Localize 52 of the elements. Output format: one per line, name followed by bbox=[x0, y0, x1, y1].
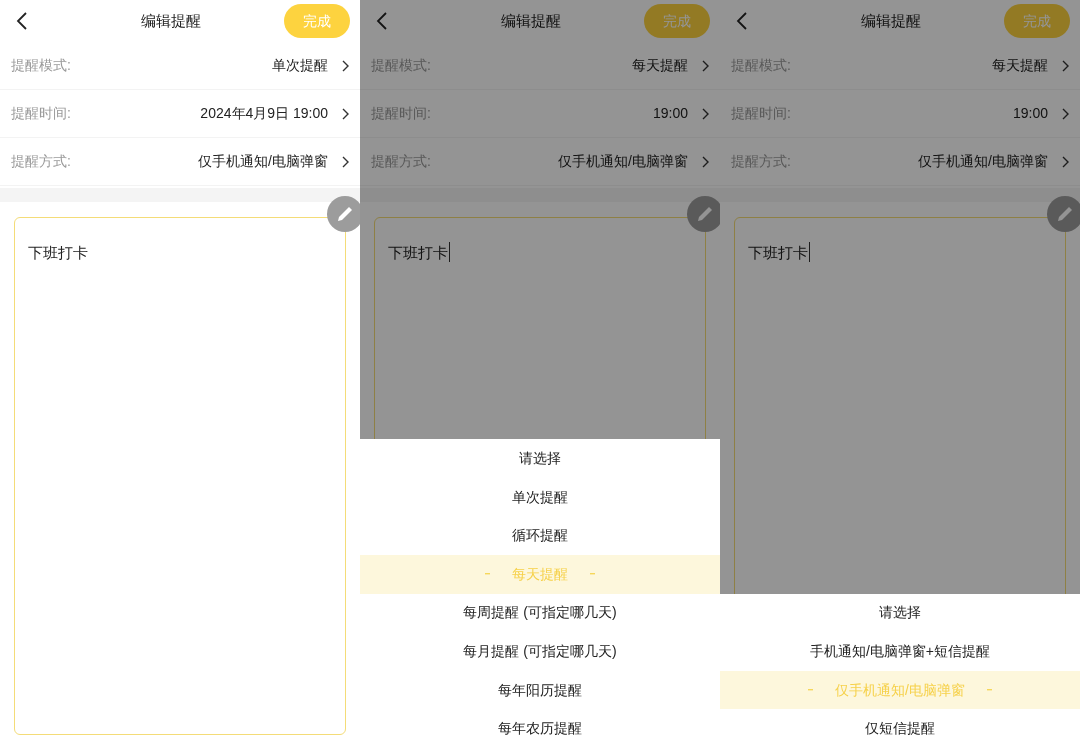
back-icon[interactable] bbox=[376, 12, 388, 30]
row-label: 提醒方式: bbox=[731, 152, 791, 171]
dash-icon bbox=[485, 573, 490, 576]
setting-row[interactable]: 提醒方式: 仅手机通知/电脑弹窗 bbox=[720, 138, 1080, 186]
dash-icon bbox=[808, 689, 814, 692]
setting-row[interactable]: 提醒时间: 19:00 bbox=[720, 90, 1080, 138]
pencil-icon[interactable] bbox=[327, 196, 360, 232]
row-value: 单次提醒 bbox=[272, 56, 328, 75]
chevron-right-icon bbox=[1062, 155, 1069, 168]
picker-option[interactable]: 循环提醒 bbox=[360, 516, 720, 556]
dash-icon bbox=[590, 573, 595, 576]
row-value: 19:00 bbox=[652, 104, 688, 123]
chevron-right-icon bbox=[342, 59, 349, 72]
picker-option[interactable]: 每年农历提醒 bbox=[360, 709, 720, 748]
chevron-right-icon bbox=[702, 155, 709, 168]
page-title: 编辑提醒 bbox=[860, 10, 921, 31]
row-label: 提醒模式: bbox=[371, 56, 431, 75]
note-field[interactable]: 下班打卡 bbox=[14, 217, 346, 735]
back-icon[interactable] bbox=[16, 12, 28, 30]
chevron-right-icon bbox=[1062, 59, 1069, 72]
note-text: 下班打卡 bbox=[388, 243, 448, 263]
chevron-right-icon bbox=[702, 59, 709, 72]
row-value: 19:00 bbox=[1012, 104, 1048, 123]
chevron-right-icon bbox=[342, 107, 349, 120]
row-label: 提醒方式: bbox=[11, 152, 71, 171]
row-label: 提醒模式: bbox=[11, 56, 71, 75]
row-label: 提醒方式: bbox=[371, 152, 431, 171]
picker-option[interactable]: 每年阳历提醒 bbox=[360, 670, 720, 710]
row-label: 提醒时间: bbox=[11, 104, 71, 123]
picker-option[interactable]: 请选择 bbox=[360, 439, 720, 478]
note-text: 下班打卡 bbox=[28, 243, 88, 263]
row-value: 每天提醒 bbox=[992, 56, 1048, 75]
page-title: 编辑提醒 bbox=[140, 10, 201, 31]
row-value: 2024年4月9日 19:00 bbox=[200, 104, 328, 123]
chevron-right-icon bbox=[342, 155, 349, 168]
row-value: 每天提醒 bbox=[632, 56, 688, 75]
row-label: 提醒时间: bbox=[371, 104, 431, 123]
page-title: 编辑提醒 bbox=[500, 10, 561, 31]
back-icon[interactable] bbox=[736, 12, 748, 30]
picker-option[interactable]: 单次提醒 bbox=[360, 477, 720, 517]
picker-option[interactable]: 每周提醒 (可指定哪几天) bbox=[360, 593, 720, 633]
chevron-right-icon bbox=[1062, 107, 1069, 120]
picker-option[interactable]: 每月提醒 (可指定哪几天) bbox=[360, 632, 720, 671]
dash-icon bbox=[986, 689, 992, 692]
row-label: 提醒模式: bbox=[731, 56, 791, 75]
note-text: 下班打卡 bbox=[748, 243, 808, 263]
row-value: 仅手机通知/电脑弹窗 bbox=[198, 152, 328, 171]
row-value: 仅手机通知/电脑弹窗 bbox=[918, 152, 1048, 171]
setting-row[interactable]: 提醒模式: 每天提醒 bbox=[720, 42, 1080, 90]
row-label: 提醒时间: bbox=[731, 104, 791, 123]
row-value: 仅手机通知/电脑弹窗 bbox=[558, 152, 688, 171]
chevron-right-icon bbox=[702, 107, 709, 120]
